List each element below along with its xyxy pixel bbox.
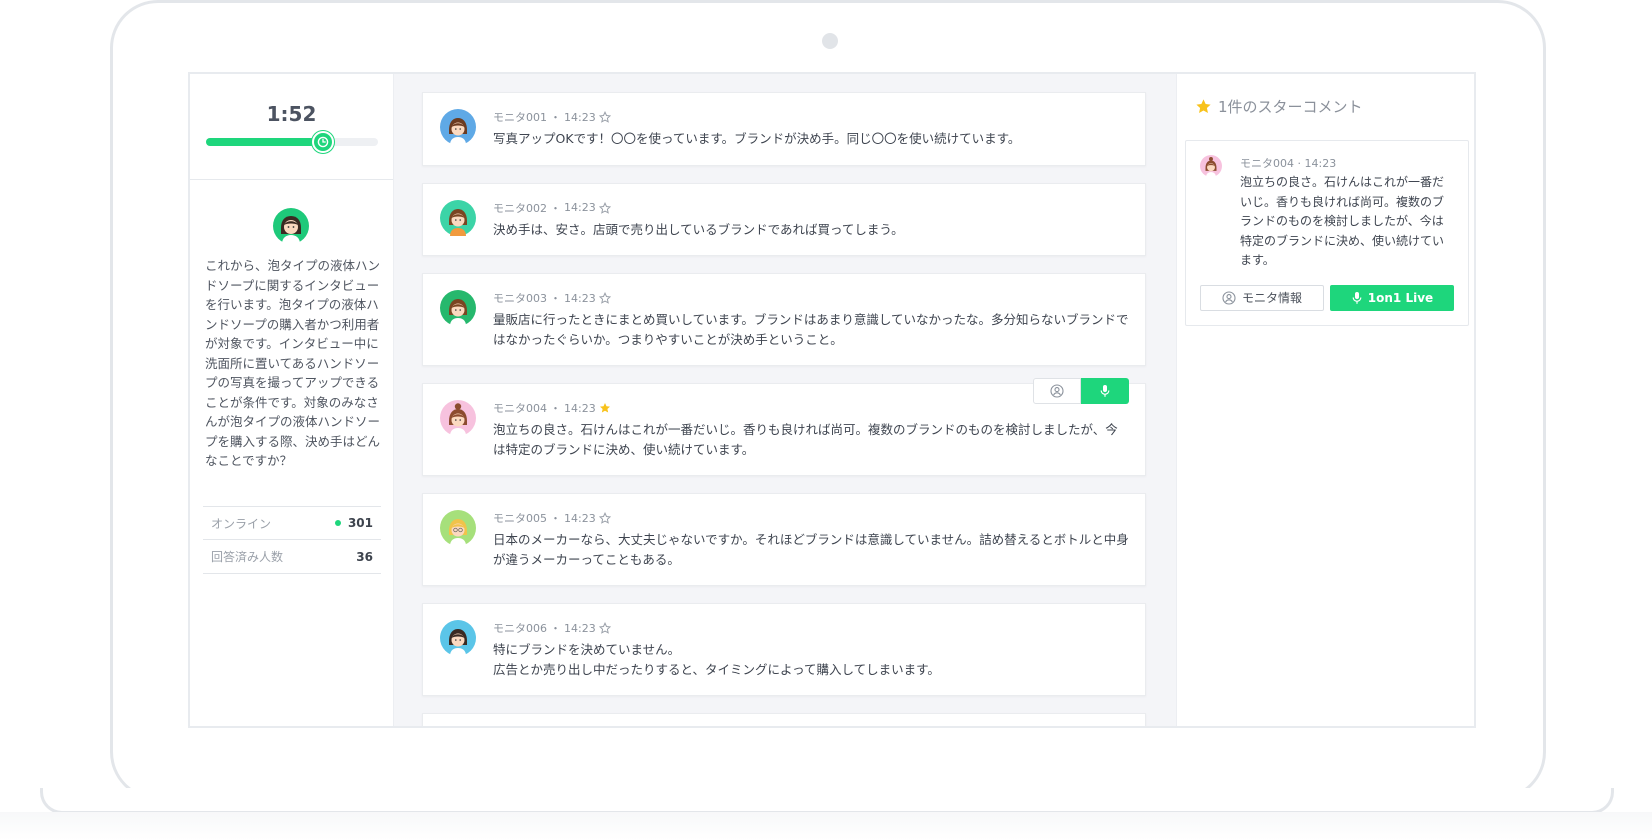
star-comment-header: 1件のスターコメント	[1195, 96, 1363, 117]
user-circle-icon	[1222, 290, 1236, 305]
comment-author: モニタ004	[493, 402, 547, 415]
monitor-info-icon-button[interactable]	[1033, 378, 1081, 404]
avatar	[440, 199, 476, 236]
avatar	[440, 510, 476, 546]
comment-text: 日本のメーカーなら、大丈夫じゃないですか。それほどブランドは意識していません。詰…	[493, 532, 1129, 567]
starred-comment-text: 泡立ちの良さ。石けんはこれが一番だいじ。香りも良ければ尚可。複数のブランドのもの…	[1240, 175, 1445, 267]
avatar	[440, 109, 476, 145]
star-comment-panel: 1件のスターコメント モニタ004 · 14:23 泡立ちの良さ。石けんはこれが…	[1176, 74, 1474, 726]
timer-display: 1:52	[266, 102, 317, 126]
microphone-icon	[1100, 385, 1110, 397]
stat-row-online: オンライン 301	[203, 506, 381, 540]
comment-author: モニタ005	[493, 512, 547, 525]
live-1on1-button[interactable]: 1on1 Live	[1330, 284, 1454, 311]
microphone-icon	[1352, 291, 1362, 304]
comment-card[interactable]: モニタ003 ・ 14:23 量販店に行ったときにまとめ買いしています。ブランドはあま…	[422, 273, 1146, 366]
avatar	[1200, 155, 1222, 177]
star-outline-icon[interactable]	[598, 512, 611, 524]
star-outline-icon[interactable]	[598, 622, 611, 634]
timer-progress-fill	[206, 138, 323, 146]
comment-time: 14:23	[564, 511, 596, 525]
comment-author: モニタ001	[493, 111, 547, 124]
moderator-avatar	[273, 208, 309, 244]
star-outline-icon[interactable]	[598, 201, 611, 214]
stat-label-answered: 回答済み人数	[211, 550, 284, 564]
comment-author: モニタ004	[1240, 157, 1294, 170]
avatar	[440, 290, 476, 326]
comment-card[interactable]: モニタ002 ・ 14:23 決め手は、安さ。店頭で売り出しているブランドであれば買っ…	[422, 182, 1146, 256]
timer-progress-bar	[206, 131, 378, 153]
comment-hover-actions	[1033, 378, 1129, 404]
comment-card[interactable]: モニタ004 ・ 14:23 泡立ちの良さ。石けんはこれが一番だいじ。香りも良ければ尚…	[422, 378, 1146, 476]
comment-time: 14:23	[564, 291, 596, 305]
stat-value-answered: 36	[356, 549, 373, 564]
comment-time: 14:23	[1304, 157, 1337, 170]
comment-text: 特にブランドを決めていません。 広告とか売り出し中だったりすると、タイミングによ…	[493, 642, 940, 677]
monitor-info-button[interactable]: モニタ情報	[1200, 284, 1324, 311]
clock-icon[interactable]	[311, 131, 334, 153]
stat-row-answered: 回答済み人数 36	[203, 540, 381, 574]
star-filled-icon[interactable]	[599, 402, 611, 414]
comment-time: 14:23	[564, 401, 596, 415]
comment-text: 泡立ちの良さ。石けんはこれが一番だいじ。香りも良ければ尚可。複数のブランドのもの…	[493, 422, 1118, 457]
comment-time: 14:23	[564, 201, 596, 214]
comment-time: 14:23	[564, 621, 596, 635]
comment-card[interactable]: モニタ005 ・ 14:23 日本のメーカーなら、大丈夫じゃないですか。それほどブラン…	[422, 493, 1146, 586]
star-icon	[1196, 99, 1211, 113]
star-comment-count: 1件のスターコメント	[1218, 98, 1363, 116]
stat-value-online: 301	[347, 516, 373, 530]
user-circle-icon	[1050, 384, 1064, 398]
monitor-info-label: モニタ情報	[1241, 291, 1302, 305]
stats-table: オンライン 301 回答済み人数 36	[203, 506, 381, 574]
live-icon-button[interactable]	[1081, 378, 1129, 404]
comment-card[interactable]: モニタ007・14:23	[422, 713, 1146, 726]
live-1on1-label: 1on1 Live	[1367, 290, 1434, 305]
starred-comment-card: モニタ004 · 14:23 泡立ちの良さ。石けんはこれが一番だいじ。香りも良け…	[1185, 140, 1469, 326]
comment-author: モニタ003	[493, 292, 547, 305]
timer-section: 1:52	[190, 74, 393, 180]
star-outline-icon[interactable]	[598, 111, 611, 123]
moderator-question-text: これから、泡タイプの液体ハンドソープに関するインタビューを行います。泡タイプの液…	[205, 258, 381, 468]
comment-feed[interactable]: モニタ001 ・ 14:23 写真アップOKです！〇〇を使っています。ブランドが決め手…	[422, 92, 1146, 726]
star-outline-icon[interactable]	[598, 292, 611, 304]
comment-text: 量販店に行ったときにまとめ買いしています。ブランドはあまり意識していなかったな。…	[493, 312, 1129, 347]
online-indicator-icon	[334, 520, 341, 526]
comment-author: モニタ002	[493, 201, 547, 215]
comment-card[interactable]: モニタ001 ・ 14:23 写真アップOKです！〇〇を使っています。ブランドが決め手…	[422, 92, 1146, 166]
avatar	[440, 620, 476, 656]
laptop-shadow	[0, 812, 1652, 840]
laptop-base	[40, 788, 1614, 814]
comment-time: 14:23	[564, 110, 596, 124]
comment-text: 写真アップOKです！〇〇を使っています。ブランドが決め手。同じ〇〇を使い続けてい…	[493, 131, 1021, 146]
stat-label-online: オンライン	[211, 516, 272, 531]
comment-text: 決め手は、安さ。店頭で売り出しているブランドであれば買ってしまう。	[493, 221, 904, 237]
comment-card[interactable]: モニタ006 ・ 14:23 特にブランドを決めていません。 広告とか売り出し中だった…	[422, 603, 1146, 696]
app-screen: 1:52 これから、泡タイプの液体ハンドソープに関するインタビューを行います。泡…	[188, 72, 1476, 728]
avatar	[440, 400, 476, 436]
laptop-camera	[822, 33, 838, 49]
left-panel: 1:52 これから、泡タイプの液体ハンドソープに関するインタビューを行います。泡…	[190, 74, 394, 726]
comment-author: モニタ006	[493, 622, 547, 635]
